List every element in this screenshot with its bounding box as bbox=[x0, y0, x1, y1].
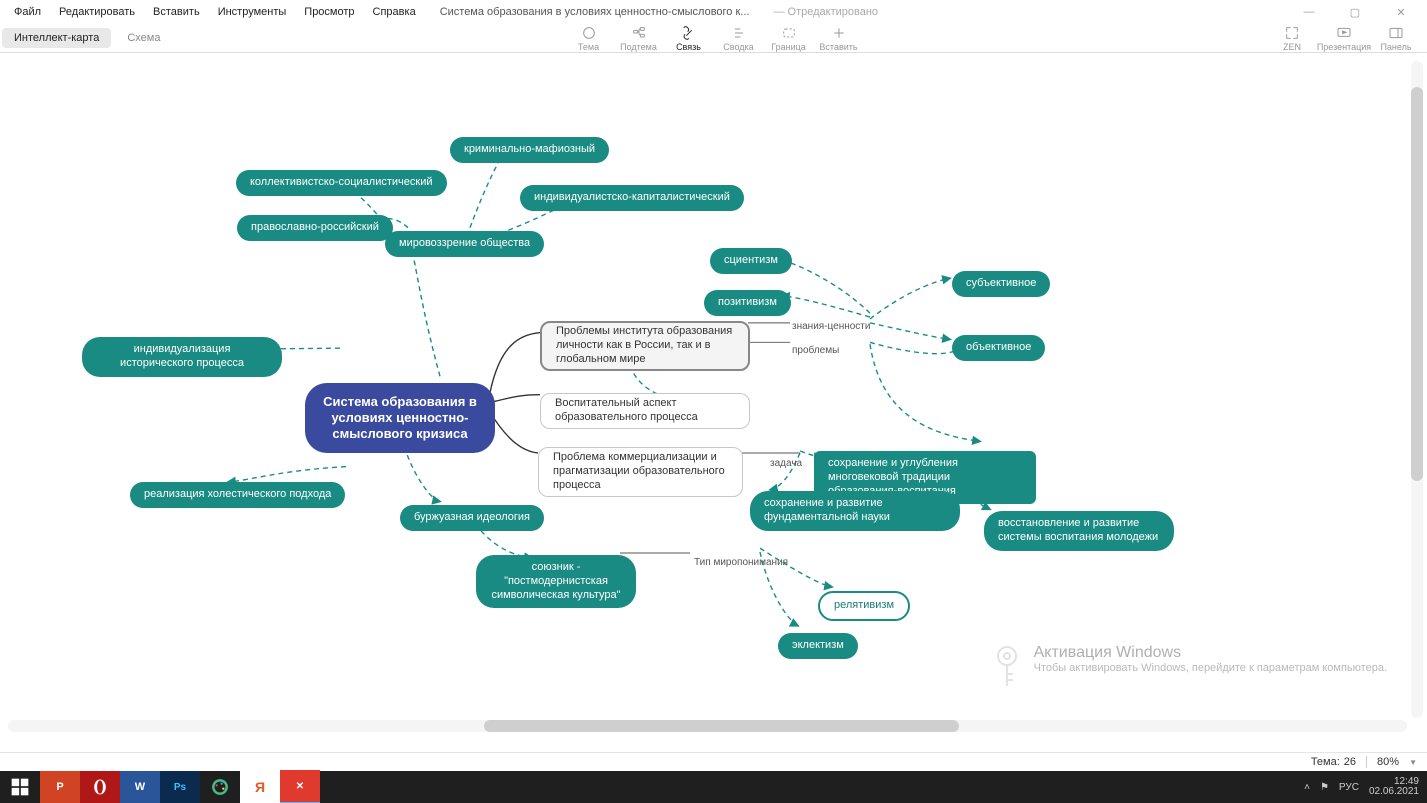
node-problems-institute[interactable]: Проблемы института образования личности … bbox=[540, 321, 750, 371]
status-zoom[interactable]: 80% bbox=[1377, 756, 1399, 768]
node-central[interactable]: Система образования в условиях ценностно… bbox=[305, 383, 495, 453]
tool-theme[interactable]: Тема bbox=[566, 23, 612, 54]
tray-language[interactable]: РУС bbox=[1339, 782, 1359, 793]
taskbar-paint[interactable] bbox=[200, 771, 240, 803]
taskbar-photoshop[interactable]: Ps bbox=[160, 771, 200, 803]
label-knowledge-values: знания-ценности bbox=[792, 321, 870, 332]
label-problems: проблемы bbox=[792, 345, 839, 356]
node-educational-aspect[interactable]: Воспитательный аспект образовательного п… bbox=[540, 393, 750, 429]
window-minimize-button[interactable]: — bbox=[1289, 4, 1329, 21]
taskbar-xmind[interactable]: ✕ bbox=[280, 770, 320, 803]
tool-link[interactable]: Связь bbox=[666, 23, 712, 54]
watermark-title: Активация Windows bbox=[1034, 644, 1387, 662]
node-individualization[interactable]: индивидуализация исторического процесса bbox=[82, 337, 282, 377]
tray-expand-icon[interactable]: ˄ bbox=[1304, 782, 1310, 793]
node-holistic[interactable]: реализация холестического подхода bbox=[130, 482, 345, 508]
key-icon bbox=[988, 644, 1026, 692]
vertical-scrollbar[interactable] bbox=[1411, 61, 1423, 718]
status-topic-count-label: Тема: bbox=[1311, 756, 1340, 768]
node-scientism[interactable]: сциентизм bbox=[710, 248, 792, 274]
node-positivism[interactable]: позитивизм bbox=[704, 290, 791, 316]
tray-date: 02.06.2021 bbox=[1369, 787, 1419, 797]
node-worldview[interactable]: мировоззрение общества bbox=[385, 231, 544, 257]
status-bar: Тема: 26 80% ▼ bbox=[0, 752, 1427, 771]
tool-boundary[interactable]: Граница bbox=[766, 23, 812, 54]
tool-zen[interactable]: ZEN bbox=[1269, 23, 1315, 54]
node-worldview-criminal[interactable]: криминально-мафиозный bbox=[450, 137, 609, 163]
menu-tools[interactable]: Инструменты bbox=[210, 4, 295, 20]
menu-edit[interactable]: Редактировать bbox=[51, 4, 143, 20]
windows-taskbar: P W Ps Я ✕ ˄ ⚑ РУС 12:49 02.06.2021 bbox=[0, 771, 1427, 803]
node-worldview-collectivist[interactable]: коллективистско-социалистический bbox=[236, 170, 447, 196]
node-task-youth[interactable]: восстановление и развитие системы воспит… bbox=[984, 511, 1174, 551]
mindmap-canvas[interactable]: Система образования в условиях ценностно… bbox=[0, 53, 1427, 752]
status-topic-count: 26 bbox=[1344, 756, 1356, 768]
tool-subtopic[interactable]: Подтема bbox=[616, 23, 662, 54]
node-eclecticism[interactable]: эклектизм bbox=[778, 633, 858, 659]
windows-activation-watermark: Активация Windows Чтобы активировать Win… bbox=[988, 644, 1387, 692]
label-worldview-type: Тип миропонимания bbox=[694, 557, 788, 568]
window-close-button[interactable]: ✕ bbox=[1381, 4, 1421, 21]
tool-panel[interactable]: Панель bbox=[1373, 23, 1419, 54]
node-worldview-individualist[interactable]: индивидуалистско-капиталистический bbox=[520, 185, 744, 211]
menu-file[interactable]: Файл bbox=[6, 4, 49, 20]
node-objective[interactable]: объективное bbox=[952, 335, 1045, 361]
node-commercialization[interactable]: Проблема коммерциализации и прагматизаци… bbox=[538, 447, 743, 497]
node-bourgeois[interactable]: буржуазная идеология bbox=[400, 505, 544, 531]
toolbar-right: ZEN Презентация Панель bbox=[1269, 23, 1419, 54]
node-relativism[interactable]: релятивизм bbox=[818, 591, 910, 621]
taskbar-opera[interactable] bbox=[80, 771, 120, 803]
menu-help[interactable]: Справка bbox=[365, 4, 424, 20]
view-tabs-row: Интеллект-карта Схема Тема Подтема Связь… bbox=[0, 24, 1427, 53]
tab-mindmap[interactable]: Интеллект-карта bbox=[2, 28, 111, 48]
status-zoom-dropdown-icon[interactable]: ▼ bbox=[1409, 758, 1417, 767]
document-status: — Отредактировано bbox=[765, 4, 886, 20]
menu-insert[interactable]: Вставить bbox=[145, 4, 208, 20]
horizontal-scrollbar[interactable] bbox=[8, 720, 1407, 732]
taskbar-word[interactable]: W bbox=[120, 771, 160, 803]
node-postmodern-ally[interactable]: союзник - "постмодернистская символическ… bbox=[476, 555, 636, 608]
app-menubar: Файл Редактировать Вставить Инструменты … bbox=[0, 0, 1427, 24]
window-maximize-button[interactable]: ▢ bbox=[1335, 4, 1375, 21]
mindmap-canvas-wrap: Система образования в условиях ценностно… bbox=[0, 53, 1427, 752]
tab-outline[interactable]: Схема bbox=[115, 28, 172, 48]
node-task-science[interactable]: сохранение и развитие фундаментальной на… bbox=[750, 491, 960, 531]
label-task: задача bbox=[770, 458, 802, 469]
tool-summary[interactable]: Сводка bbox=[716, 23, 762, 54]
watermark-subtitle: Чтобы активировать Windows, перейдите к … bbox=[1034, 662, 1387, 674]
system-tray: ˄ ⚑ РУС 12:49 02.06.2021 bbox=[1304, 777, 1427, 797]
node-subjective[interactable]: субъективное bbox=[952, 271, 1050, 297]
node-worldview-orthodox[interactable]: православно-российский bbox=[237, 215, 393, 241]
tray-flag-icon[interactable]: ⚑ bbox=[1320, 782, 1329, 793]
document-title: Система образования в условиях ценностно… bbox=[432, 4, 758, 20]
start-button[interactable] bbox=[0, 771, 40, 803]
tool-insert[interactable]: Вставить bbox=[816, 23, 862, 54]
menu-view[interactable]: Просмотр bbox=[296, 4, 362, 20]
tool-presentation[interactable]: Презентация bbox=[1321, 23, 1367, 54]
taskbar-powerpoint[interactable]: P bbox=[40, 771, 80, 803]
taskbar-yandex[interactable]: Я bbox=[240, 771, 280, 803]
window-controls: — ▢ ✕ bbox=[1289, 4, 1421, 21]
toolbar-center: Тема Подтема Связь Сводка Граница Встави… bbox=[566, 23, 862, 54]
tray-clock[interactable]: 12:49 02.06.2021 bbox=[1369, 777, 1419, 797]
